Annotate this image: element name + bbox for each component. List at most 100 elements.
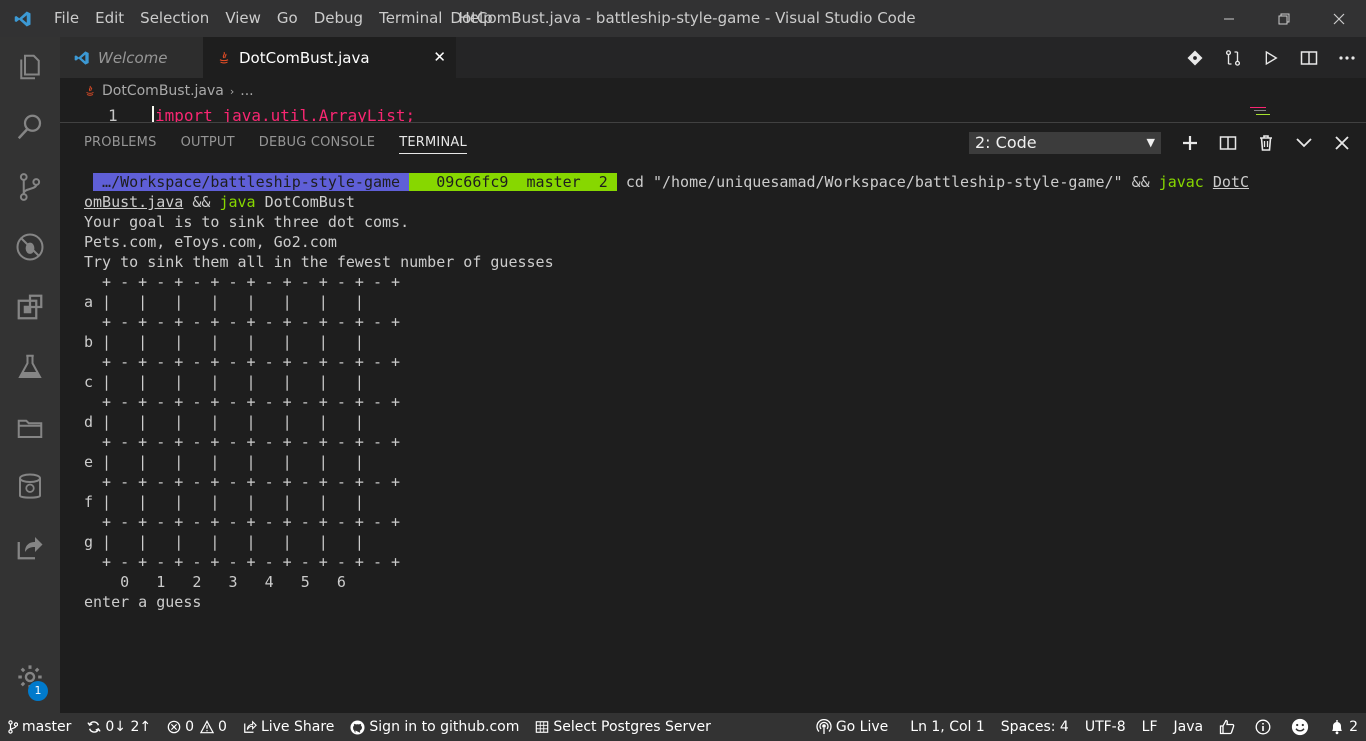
terminal-line: + - + - + - + - + - + - + - + - + bbox=[84, 313, 401, 331]
tab-close-icon[interactable]: ✕ bbox=[433, 48, 446, 66]
project-manager-button[interactable] bbox=[0, 397, 60, 457]
dropdown-caret-icon: ▼ bbox=[1146, 136, 1155, 149]
breadcrumb-file[interactable]: DotComBust.java bbox=[102, 83, 224, 99]
status-indentation[interactable]: Spaces: 4 bbox=[993, 713, 1077, 741]
menu-view[interactable]: View bbox=[217, 0, 269, 37]
tab-dotcombust-label: DotComBust.java bbox=[239, 48, 370, 67]
status-live-share[interactable]: Live Share bbox=[235, 713, 342, 741]
menu-terminal[interactable]: Terminal bbox=[371, 0, 450, 37]
test-button[interactable] bbox=[0, 337, 60, 397]
status-sync[interactable]: 0↓ 2↑ bbox=[79, 713, 159, 741]
status-language[interactable]: Java bbox=[1166, 713, 1212, 741]
status-notifications-count: 2 bbox=[1349, 719, 1358, 735]
close-icon bbox=[1335, 136, 1349, 150]
more-actions-button[interactable] bbox=[1328, 37, 1366, 78]
status-live-share-label: Live Share bbox=[260, 719, 335, 735]
explorer-button[interactable] bbox=[0, 37, 60, 97]
command-file-part1: DotC bbox=[1212, 173, 1249, 191]
status-problems[interactable]: 0 0 bbox=[159, 713, 235, 741]
status-notifications[interactable]: 2 bbox=[1321, 713, 1366, 741]
status-branch[interactable]: master bbox=[0, 713, 79, 741]
error-icon bbox=[167, 720, 181, 734]
sync-icon bbox=[87, 721, 102, 733]
close-window-button[interactable] bbox=[1311, 0, 1366, 37]
database-grid-icon bbox=[536, 721, 549, 733]
status-postgres-label: Select Postgres Server bbox=[553, 719, 711, 735]
search-button[interactable] bbox=[0, 97, 60, 157]
tab-problems[interactable]: PROBLEMS bbox=[84, 123, 157, 163]
database-button[interactable] bbox=[0, 457, 60, 517]
tab-output[interactable]: OUTPUT bbox=[181, 123, 235, 163]
status-smiley-button[interactable] bbox=[1283, 713, 1321, 741]
menu-edit[interactable]: Edit bbox=[87, 0, 132, 37]
command-and: && bbox=[183, 193, 220, 211]
source-control-button[interactable] bbox=[0, 157, 60, 217]
split-terminal-button[interactable] bbox=[1209, 123, 1247, 163]
split-editor-button[interactable] bbox=[1290, 37, 1328, 78]
minimap[interactable] bbox=[1250, 106, 1278, 118]
menu-debug[interactable]: Debug bbox=[306, 0, 371, 37]
open-changes-button[interactable] bbox=[1214, 37, 1252, 78]
breadcrumb-more[interactable]: ... bbox=[240, 83, 253, 99]
vscode-logo-icon[interactable] bbox=[0, 0, 46, 37]
status-bar: master 0↓ 2↑ 0 0 Live Share Sign in to g… bbox=[0, 713, 1366, 741]
new-terminal-button[interactable] bbox=[1171, 123, 1209, 163]
terminal-line: + - + - + - + - + - + - + - + - + bbox=[84, 433, 401, 451]
source-control-icon bbox=[19, 173, 41, 201]
tab-terminal[interactable]: TERMINAL bbox=[399, 123, 467, 154]
terminal-line: b | | | | | | | | bbox=[84, 333, 364, 351]
terminal-line: + - + - + - + - + - + - + - + - + bbox=[84, 273, 401, 291]
menu-selection[interactable]: Selection bbox=[132, 0, 217, 37]
live-share-arrow-icon bbox=[244, 720, 257, 733]
status-go-live[interactable]: Go Live bbox=[808, 713, 896, 741]
editor-area[interactable]: 1 import java.util.ArrayList; bbox=[60, 104, 1366, 122]
command-class: DotComBust bbox=[255, 193, 355, 211]
terminal-line: c | | | | | | | | bbox=[84, 373, 364, 391]
tab-dotcombust-java[interactable]: DotComBust.java ✕ bbox=[203, 37, 456, 78]
breadcrumb: DotComBust.java › ... bbox=[60, 78, 1366, 104]
code-line[interactable]: import java.util.ArrayList; bbox=[152, 106, 415, 122]
manage-button[interactable]: 1 bbox=[0, 647, 60, 707]
status-eol[interactable]: LF bbox=[1134, 713, 1166, 741]
command-file-part2: omBust.java bbox=[84, 193, 184, 211]
flask-icon bbox=[18, 354, 42, 378]
debug-button[interactable] bbox=[0, 217, 60, 277]
terminal-selector[interactable]: 2: Code ▼ bbox=[969, 132, 1161, 154]
terminal-line: enter a guess bbox=[84, 593, 202, 611]
panel-tabs: PROBLEMS OUTPUT DEBUG CONSOLE TERMINAL bbox=[84, 123, 491, 163]
debug-icon bbox=[16, 233, 44, 261]
tab-debug-console[interactable]: DEBUG CONSOLE bbox=[259, 123, 375, 163]
terminal-line: + - + - + - + - + - + - + - + - + bbox=[84, 393, 401, 411]
info-icon bbox=[1255, 719, 1271, 735]
maximize-panel-button[interactable] bbox=[1285, 123, 1323, 163]
github-icon bbox=[350, 719, 365, 735]
restore-button[interactable] bbox=[1256, 0, 1311, 37]
terminal-output[interactable]: …/Workspace/battleship-style-game 09c66f… bbox=[84, 172, 1249, 612]
restore-icon bbox=[1278, 13, 1289, 24]
close-panel-button[interactable] bbox=[1323, 123, 1361, 163]
terminal-line: 0 1 2 3 4 5 6 bbox=[84, 573, 346, 591]
command-java: java bbox=[219, 193, 256, 211]
status-info-button[interactable] bbox=[1247, 713, 1283, 741]
status-cursor-position[interactable]: Ln 1, Col 1 bbox=[902, 713, 993, 741]
status-github[interactable]: Sign in to github.com bbox=[342, 713, 527, 741]
extensions-button[interactable] bbox=[0, 277, 60, 337]
kill-terminal-button[interactable] bbox=[1247, 123, 1285, 163]
title-bar: File Edit Selection View Go Debug Termin… bbox=[0, 0, 1366, 37]
git-lens-button[interactable] bbox=[1176, 37, 1214, 78]
git-diamond-icon bbox=[1187, 50, 1203, 65]
run-button[interactable] bbox=[1252, 37, 1290, 78]
menu-file[interactable]: File bbox=[46, 0, 87, 37]
status-encoding[interactable]: UTF-8 bbox=[1077, 713, 1134, 741]
status-feedback-button[interactable] bbox=[1211, 713, 1247, 741]
status-postgres[interactable]: Select Postgres Server bbox=[527, 713, 719, 741]
vscode-icon bbox=[74, 50, 89, 65]
live-share-icon bbox=[17, 537, 43, 560]
tab-welcome[interactable]: Welcome bbox=[60, 37, 203, 78]
terminal-line: g | | | | | | | | bbox=[84, 533, 364, 551]
menu-help[interactable]: Help bbox=[450, 0, 500, 37]
menu-go[interactable]: Go bbox=[269, 0, 306, 37]
live-share-activity-button[interactable] bbox=[0, 517, 60, 577]
minimize-button[interactable] bbox=[1201, 0, 1256, 37]
status-github-label: Sign in to github.com bbox=[369, 719, 520, 735]
